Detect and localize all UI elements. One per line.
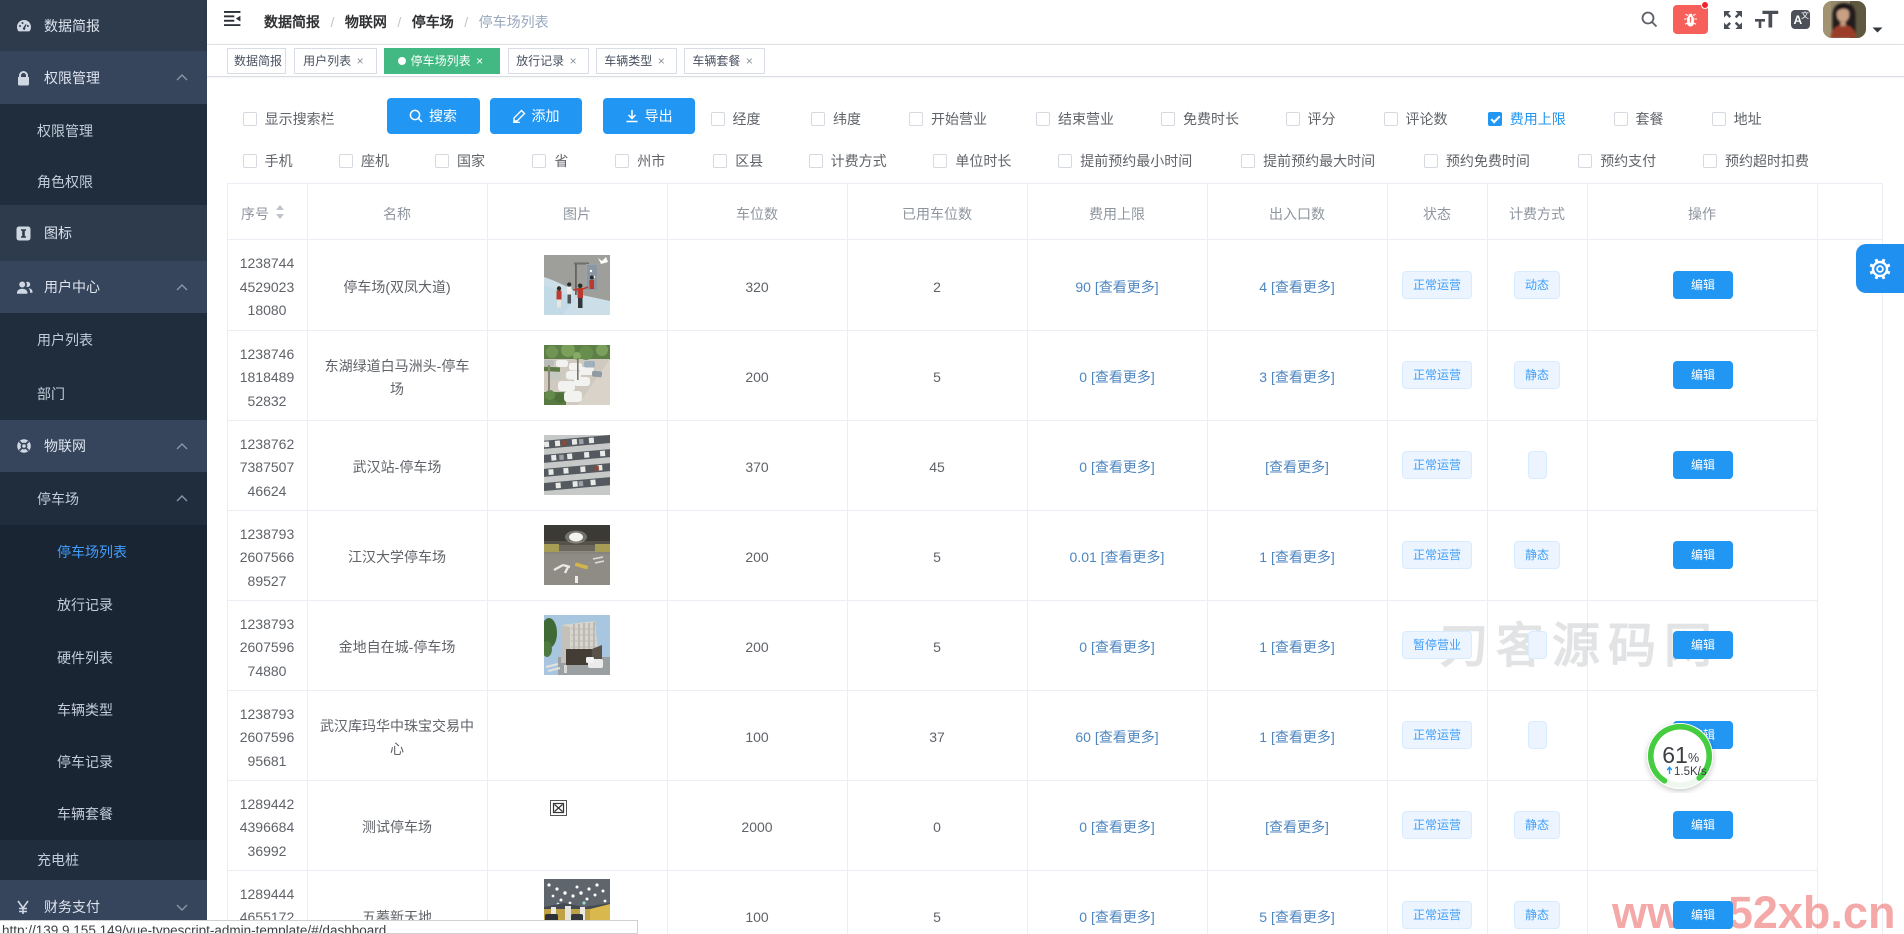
svg-text:%: % xyxy=(1688,751,1699,765)
svg-text:61: 61 xyxy=(1662,742,1688,768)
svg-text:1.5K/s: 1.5K/s xyxy=(1674,766,1707,778)
